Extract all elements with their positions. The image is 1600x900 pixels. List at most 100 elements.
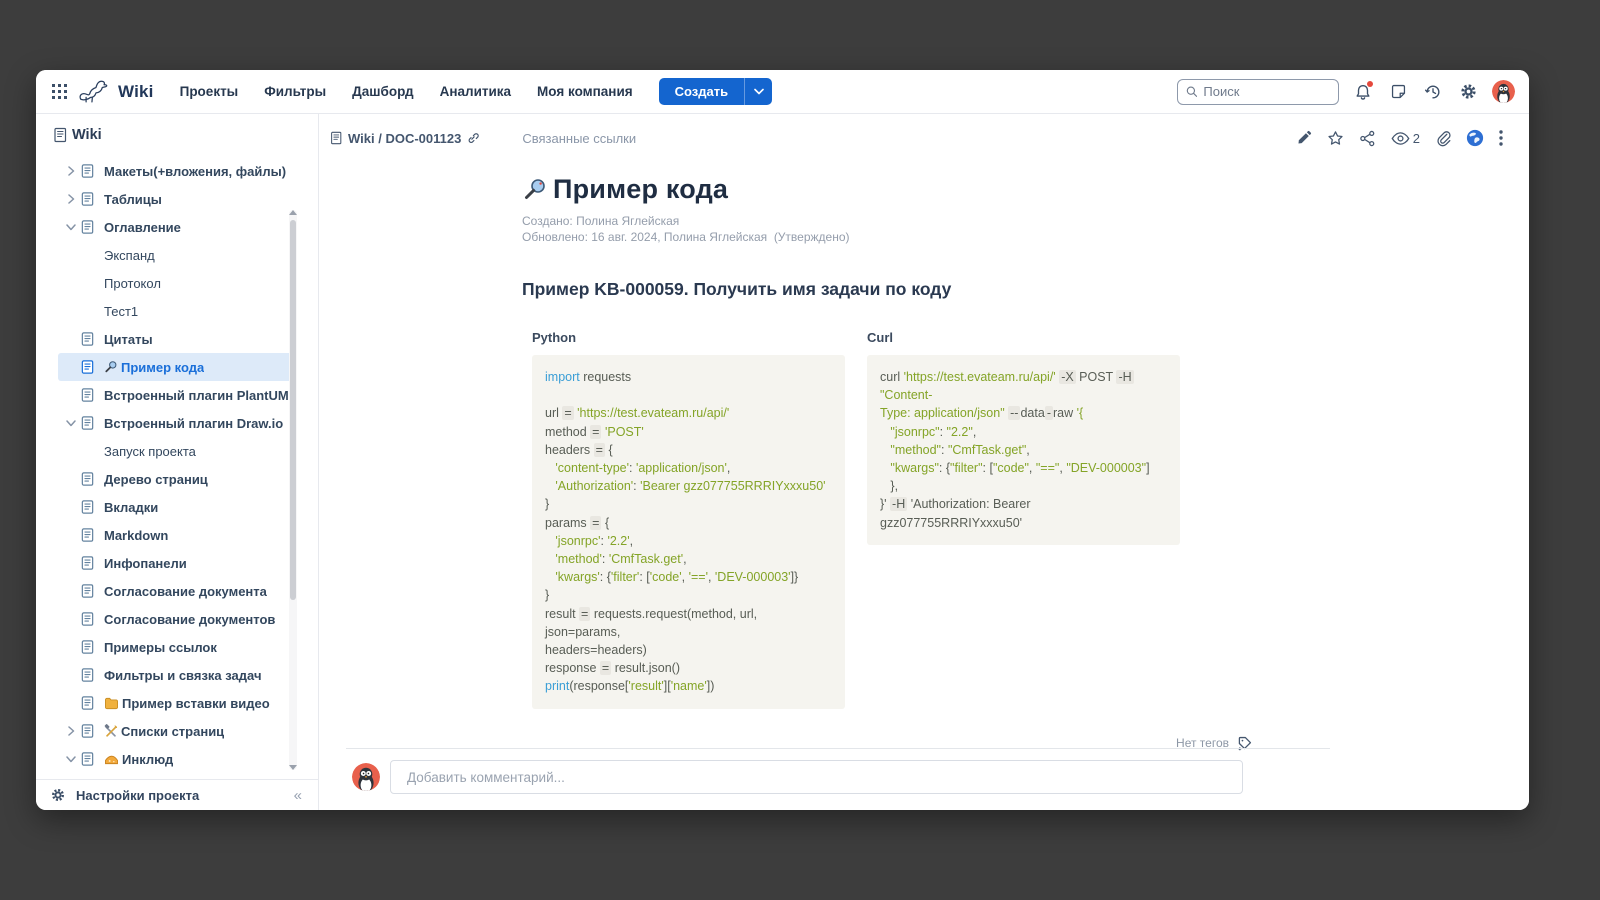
project-settings[interactable]: Настройки проекта « — [36, 779, 318, 810]
globe-icon — [1466, 129, 1484, 147]
sidebar-item[interactable]: Дерево страниц — [58, 465, 292, 493]
document-header: Wiki / DOC-001123 Связанные ссылки — [319, 114, 1529, 150]
sidebar-item[interactable]: Инфопанели — [58, 549, 292, 577]
sidebar-item[interactable]: Фильтры и связка задач — [58, 661, 292, 689]
nav-item[interactable]: Фильтры — [264, 84, 326, 99]
nav-item[interactable]: Аналитика — [440, 84, 511, 99]
sidebar-item-label: Пример кода — [121, 360, 204, 375]
chevron-down-icon[interactable] — [62, 755, 80, 763]
python-code-block[interactable]: import requests url = 'https://test.evat… — [532, 355, 845, 709]
sidebar-item[interactable]: Инклюд — [58, 745, 292, 773]
sidebar-item[interactable]: Оглавление — [58, 213, 292, 241]
scroll-up-arrow-icon[interactable] — [289, 210, 297, 215]
create-dropdown-button[interactable] — [744, 78, 772, 105]
page-icon — [80, 695, 104, 711]
chevron-down-icon — [754, 88, 764, 95]
search-box — [1177, 79, 1339, 105]
search-icon — [1186, 85, 1197, 98]
wiki-book-icon — [52, 127, 68, 143]
sidebar-item[interactable]: Таблицы — [58, 185, 292, 213]
page-icon — [80, 163, 104, 179]
sidebar-item[interactable]: Согласование документов — [58, 605, 292, 633]
code-line: "kwargs": {"filter": ["code", "==", "DEV… — [880, 459, 1167, 477]
code-line: 'Authorization': 'Bearer gzz077755RRRIYx… — [545, 477, 832, 495]
chevron-down-icon[interactable] — [62, 419, 80, 427]
notifications-button[interactable] — [1352, 81, 1374, 103]
page-icon — [80, 415, 104, 431]
sidebar-item[interactable]: Примеры ссылок — [58, 633, 292, 661]
product-name[interactable]: Wiki — [118, 82, 154, 102]
related-links[interactable]: Связанные ссылки — [522, 131, 636, 146]
page-icon — [80, 471, 104, 487]
sidebar-item-label: Цитаты — [104, 332, 153, 347]
share-button[interactable] — [1359, 130, 1376, 147]
chevron-right-icon[interactable] — [62, 194, 80, 204]
nav-item[interactable]: Проекты — [180, 84, 239, 99]
history-button[interactable] — [1422, 81, 1444, 103]
code-line: response = result.json() — [545, 659, 832, 677]
nav-item[interactable]: Моя компания — [537, 84, 633, 99]
search-input[interactable] — [1203, 84, 1330, 99]
create-split-button: Создать — [659, 78, 772, 105]
nav-item[interactable]: Дашборд — [352, 84, 413, 99]
scroll-down-arrow-icon[interactable] — [289, 765, 297, 770]
user-avatar[interactable] — [1492, 80, 1515, 103]
sidebar-item[interactable]: Протокол — [58, 269, 292, 297]
doc-icon — [329, 131, 343, 145]
chevron-right-icon[interactable] — [62, 726, 80, 736]
edit-button[interactable] — [1296, 130, 1312, 146]
scrollbar-thumb[interactable] — [290, 220, 296, 600]
sidebar-item[interactable]: Вкладки — [58, 493, 292, 521]
page-icon — [80, 751, 104, 767]
sidebar-item[interactable]: Встроенный плагин Draw.io — [58, 409, 292, 437]
curl-example: Curl curl 'https://test.evateam.ru/api/'… — [867, 330, 1180, 709]
settings-button[interactable] — [1457, 81, 1479, 103]
chevron-right-icon[interactable] — [62, 166, 80, 176]
sidebar-item-label: Встроенный плагин Draw.io — [104, 416, 283, 431]
attachments-button[interactable] — [1435, 130, 1451, 147]
code-line: url = 'https://test.evateam.ru/api/' — [545, 404, 832, 422]
sidebar-item[interactable]: Markdown — [58, 521, 292, 549]
sidebar-item[interactable]: Тест1 — [58, 297, 292, 325]
views-count: 2 — [1413, 131, 1420, 146]
sidebar-scrollbar[interactable] — [289, 210, 297, 770]
sidebar-item[interactable]: Запуск проекта — [58, 437, 292, 465]
topbar-right — [1177, 79, 1515, 105]
magnifier-icon — [104, 360, 118, 374]
create-button[interactable]: Создать — [659, 78, 744, 105]
sidebar-item[interactable]: Встроенный плагин PlantUML — [58, 381, 292, 409]
notes-button[interactable] — [1387, 81, 1409, 103]
python-label: Python — [532, 330, 845, 345]
comment-input[interactable] — [390, 760, 1243, 794]
code-line: "method": "CmfTask.get", — [880, 441, 1167, 459]
sidebar-item[interactable]: Цитаты — [58, 325, 292, 353]
sidebar-item[interactable]: Согласование документа — [58, 577, 292, 605]
sidebar-item[interactable]: Пример вставки видео — [58, 689, 292, 717]
python-example: Python import requests url = 'https://te… — [532, 330, 845, 709]
views-indicator[interactable]: 2 — [1391, 131, 1420, 146]
collapse-sidebar-button[interactable]: « — [294, 787, 302, 804]
sidebar-item-label: Запуск проекта — [104, 444, 196, 459]
sidebar-item[interactable]: Макеты(+вложения, файлы) — [58, 157, 292, 185]
notification-badge — [1367, 81, 1373, 87]
sidebar-item-label: Списки страниц — [121, 724, 224, 739]
paperclip-icon — [1435, 130, 1451, 147]
link-icon[interactable] — [466, 131, 480, 145]
dinosaur-logo-icon[interactable] — [78, 79, 114, 105]
breadcrumb-path[interactable]: Wiki / DOC-001123 — [348, 131, 461, 146]
breadcrumb[interactable]: Wiki / DOC-001123 — [329, 131, 480, 146]
public-access-button[interactable] — [1466, 129, 1484, 147]
sidebar-item[interactable]: Экспанд — [58, 241, 292, 269]
more-menu-button[interactable] — [1499, 130, 1503, 146]
favorite-button[interactable] — [1327, 130, 1344, 147]
document-actions: 2 — [1296, 129, 1503, 147]
page-icon — [80, 667, 104, 683]
sidebar-item-selected[interactable]: Пример кода — [58, 353, 292, 381]
gear-icon — [50, 787, 66, 803]
page-icon — [80, 583, 104, 599]
sidebar-item-label: Согласование документов — [104, 612, 275, 627]
app-grid-icon[interactable] — [48, 81, 70, 103]
sidebar-item[interactable]: Списки страниц — [58, 717, 292, 745]
curl-code-block[interactable]: curl 'https://test.evateam.ru/api/' -X P… — [867, 355, 1180, 545]
chevron-down-icon[interactable] — [62, 223, 80, 231]
